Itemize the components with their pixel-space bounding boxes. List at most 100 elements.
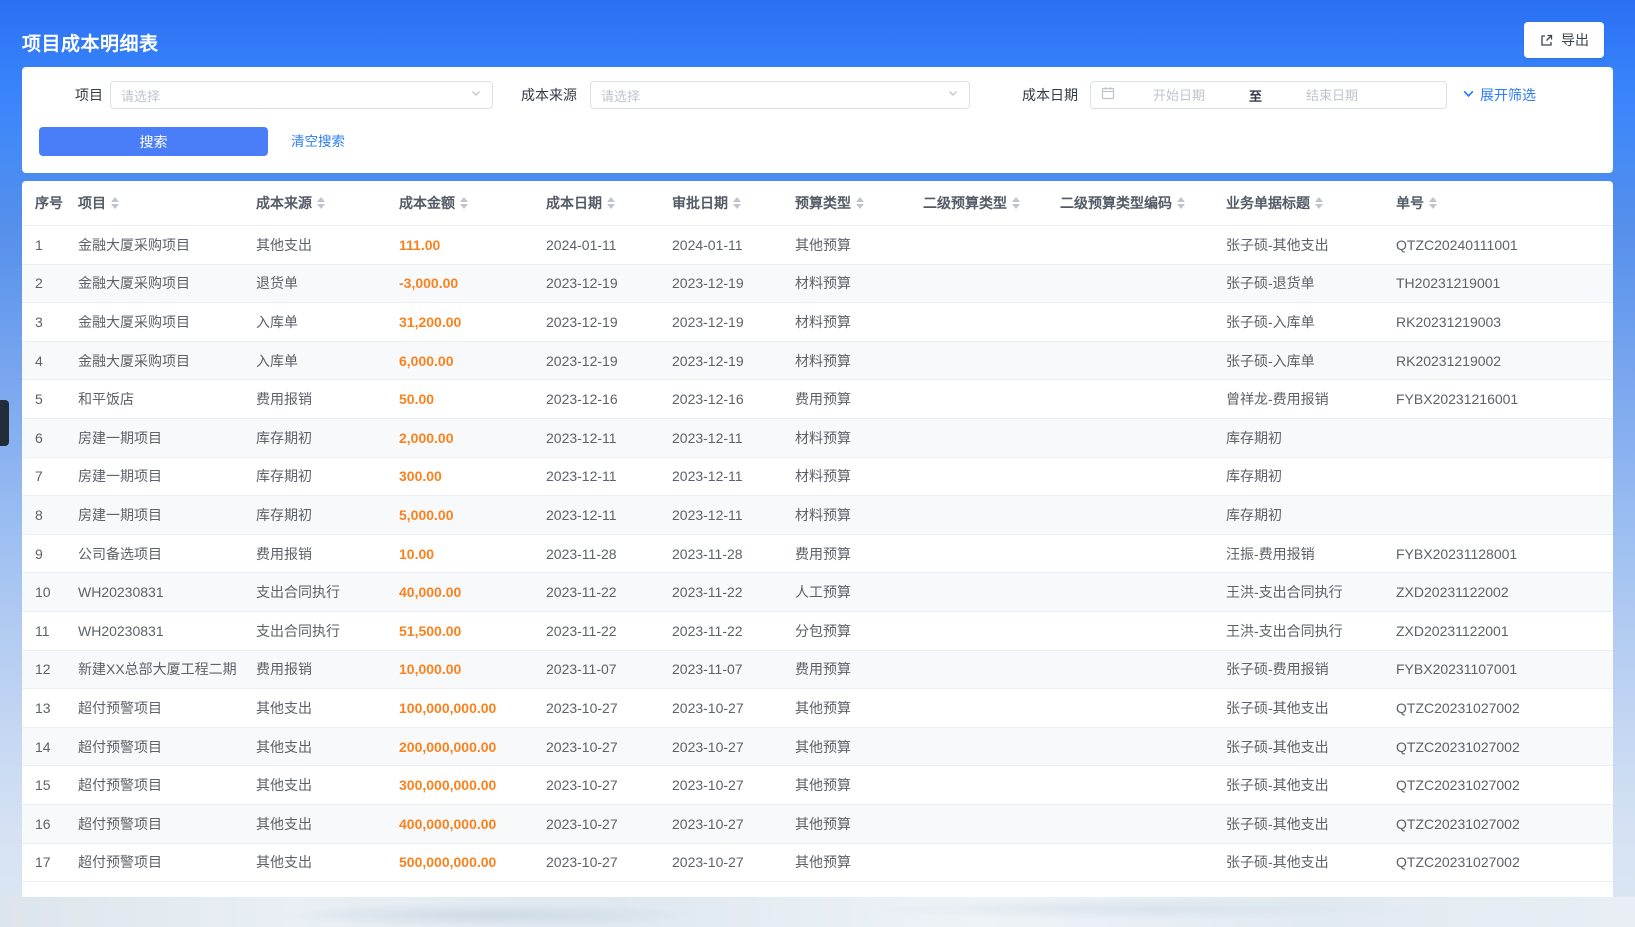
cell-cost-date: 2023-12-11 xyxy=(533,430,659,446)
cell-index: 3 xyxy=(22,314,65,330)
cell-budget-type: 材料预算 xyxy=(782,273,910,293)
sort-icon[interactable] xyxy=(1177,197,1185,209)
cost-source-select[interactable]: 请选择 xyxy=(590,81,970,109)
cell-doc-title: 库存期初 xyxy=(1213,466,1383,486)
chevron-down-icon xyxy=(470,86,482,104)
cost-detail-table: 序号项目成本来源成本金额成本日期审批日期预算类型二级预算类型二级预算类型编码业务… xyxy=(22,181,1613,898)
cell-approval-date: 2023-12-11 xyxy=(659,468,782,484)
sort-icon[interactable] xyxy=(460,197,468,209)
sort-icon[interactable] xyxy=(733,197,741,209)
table-row[interactable]: 7房建一期项目库存期初300.002023-12-112023-12-11材料预… xyxy=(22,458,1613,497)
column-header-cost-source[interactable]: 成本来源 xyxy=(243,193,386,213)
table-row[interactable]: 16超付预警项目其他支出400,000,000.002023-10-272023… xyxy=(22,805,1613,844)
column-header-doc-title[interactable]: 业务单据标题 xyxy=(1213,193,1383,213)
table-row[interactable]: 2金融大厦采购项目退货单-3,000.002023-12-192023-12-1… xyxy=(22,265,1613,304)
sort-icon[interactable] xyxy=(1315,197,1323,209)
cell-index: 17 xyxy=(22,854,65,870)
cell-cost-amount: 111.00 xyxy=(386,237,533,253)
column-label: 审批日期 xyxy=(672,193,728,213)
cell-doc-no: QTZC20231027002 xyxy=(1383,777,1613,793)
table-row[interactable]: 15超付预警项目其他支出300,000,000.002023-10-272023… xyxy=(22,766,1613,805)
table-row[interactable]: 8房建一期项目库存期初5,000.002023-12-112023-12-11材… xyxy=(22,496,1613,535)
table-row[interactable]: 1金融大厦采购项目其他支出111.002024-01-112024-01-11其… xyxy=(22,226,1613,265)
cell-budget-type: 费用预算 xyxy=(782,544,910,564)
sort-icon[interactable] xyxy=(1012,197,1020,209)
table-row[interactable]: 17超付预警项目其他支出500,000,000.002023-10-272023… xyxy=(22,844,1613,883)
cell-index: 9 xyxy=(22,546,65,562)
expand-filter-link[interactable]: 展开筛选 xyxy=(1462,81,1536,109)
page-title: 项目成本明细表 xyxy=(22,29,159,56)
cell-budget-type: 材料预算 xyxy=(782,428,910,448)
cell-index: 15 xyxy=(22,777,65,793)
cell-cost-source: 入库单 xyxy=(243,351,386,371)
cell-project: 房建一期项目 xyxy=(65,428,243,448)
cell-doc-title: 张子硕-其他支出 xyxy=(1213,737,1383,757)
sort-icon[interactable] xyxy=(607,197,615,209)
cell-index: 12 xyxy=(22,661,65,677)
column-label: 项目 xyxy=(78,193,106,213)
column-label: 二级预算类型编码 xyxy=(1060,193,1172,213)
cell-budget-type: 材料预算 xyxy=(782,466,910,486)
cell-project: 超付预警项目 xyxy=(65,737,243,757)
table-row[interactable]: 3金融大厦采购项目入库单31,200.002023-12-192023-12-1… xyxy=(22,303,1613,342)
table-row[interactable]: 14超付预警项目其他支出200,000,000.002023-10-272023… xyxy=(22,728,1613,767)
table-row[interactable]: 6房建一期项目库存期初2,000.002023-12-112023-12-11材… xyxy=(22,419,1613,458)
cell-project: 新建XX总部大厦工程二期 xyxy=(65,659,243,679)
column-header-sub-budget-type-code[interactable]: 二级预算类型编码 xyxy=(1047,193,1213,213)
side-drawer-handle[interactable] xyxy=(0,400,9,446)
table-row[interactable]: 13超付预警项目其他支出100,000,000.002023-10-272023… xyxy=(22,689,1613,728)
cell-cost-date: 2023-12-11 xyxy=(533,507,659,523)
column-header-cost-amount[interactable]: 成本金额 xyxy=(386,193,533,213)
column-header-cost-date[interactable]: 成本日期 xyxy=(533,193,659,213)
cell-budget-type: 其他预算 xyxy=(782,852,910,872)
cell-cost-amount: 500,000,000.00 xyxy=(386,854,533,870)
project-filter-label: 项目 xyxy=(75,81,103,109)
sort-icon[interactable] xyxy=(1429,197,1437,209)
cell-cost-source: 支出合同执行 xyxy=(243,621,386,641)
sort-icon[interactable] xyxy=(317,197,325,209)
cell-approval-date: 2023-11-22 xyxy=(659,623,782,639)
search-button[interactable]: 搜索 xyxy=(39,127,268,156)
cell-index: 1 xyxy=(22,237,65,253)
cell-index: 16 xyxy=(22,816,65,832)
table-row[interactable]: 5和平饭店费用报销50.002023-12-162023-12-16费用预算曾祥… xyxy=(22,380,1613,419)
table-row[interactable]: 12新建XX总部大厦工程二期费用报销10,000.002023-11-07202… xyxy=(22,651,1613,690)
sort-icon[interactable] xyxy=(111,197,119,209)
table-row[interactable]: 9公司备选项目费用报销10.002023-11-282023-11-28费用预算… xyxy=(22,535,1613,574)
cell-cost-date: 2023-12-19 xyxy=(533,314,659,330)
column-header-doc-no[interactable]: 单号 xyxy=(1383,193,1613,213)
cell-budget-type: 人工预算 xyxy=(782,582,910,602)
column-header-project[interactable]: 项目 xyxy=(65,193,243,213)
cell-approval-date: 2023-10-27 xyxy=(659,777,782,793)
cell-budget-type: 其他预算 xyxy=(782,814,910,834)
cell-cost-date: 2023-11-28 xyxy=(533,546,659,562)
cell-approval-date: 2023-11-28 xyxy=(659,546,782,562)
end-date-input[interactable] xyxy=(1268,88,1396,103)
cell-cost-source: 费用报销 xyxy=(243,544,386,564)
cell-index: 7 xyxy=(22,468,65,484)
cell-approval-date: 2023-12-16 xyxy=(659,391,782,407)
cell-doc-title: 张子硕-入库单 xyxy=(1213,312,1383,332)
column-header-approval-date[interactable]: 审批日期 xyxy=(659,193,782,213)
cell-doc-no: QTZC20231027002 xyxy=(1383,739,1613,755)
table-row[interactable]: 4金融大厦采购项目入库单6,000.002023-12-192023-12-19… xyxy=(22,342,1613,381)
export-button[interactable]: 导出 xyxy=(1524,22,1604,58)
cell-cost-date: 2023-11-22 xyxy=(533,584,659,600)
cell-doc-title: 王洪-支出合同执行 xyxy=(1213,621,1383,641)
cell-doc-no: FYBX20231216001 xyxy=(1383,391,1613,407)
cell-approval-date: 2023-12-19 xyxy=(659,275,782,291)
column-label: 业务单据标题 xyxy=(1226,193,1310,213)
table-row[interactable]: 11WH20230831支出合同执行51,500.002023-11-22202… xyxy=(22,612,1613,651)
project-select[interactable]: 请选择 xyxy=(110,81,493,109)
sort-icon[interactable] xyxy=(856,197,864,209)
cost-date-range-picker[interactable]: 至 xyxy=(1090,81,1447,109)
column-header-budget-type[interactable]: 预算类型 xyxy=(782,193,910,213)
column-header-sub-budget-type[interactable]: 二级预算类型 xyxy=(910,193,1047,213)
cell-project: 金融大厦采购项目 xyxy=(65,273,243,293)
table-row[interactable]: 10WH20230831支出合同执行40,000.002023-11-22202… xyxy=(22,573,1613,612)
start-date-input[interactable] xyxy=(1115,88,1243,103)
chevron-down-icon xyxy=(1462,81,1475,109)
clear-search-link[interactable]: 清空搜索 xyxy=(291,127,345,156)
cell-cost-amount: 10.00 xyxy=(386,546,533,562)
expand-filter-label: 展开筛选 xyxy=(1480,81,1536,109)
